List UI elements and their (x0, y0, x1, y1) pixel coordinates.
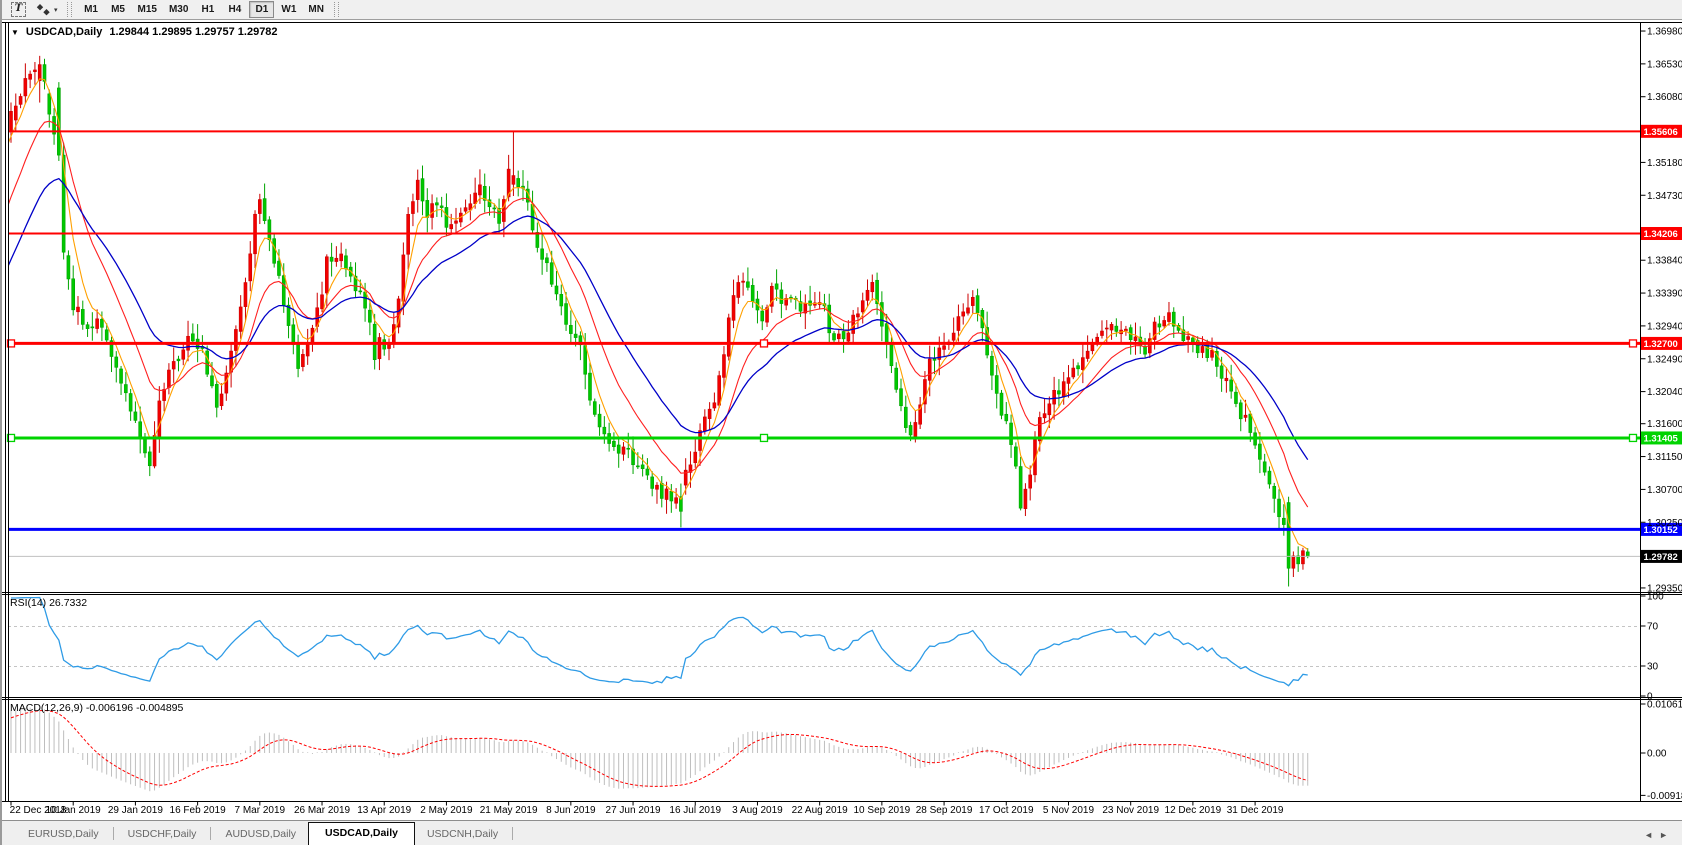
ma-slow-line (6, 179, 1308, 460)
candlestick-series (10, 56, 1310, 587)
svg-text:1.32700: 1.32700 (1644, 339, 1678, 350)
svg-text:28 Sep 2019: 28 Sep 2019 (916, 805, 973, 816)
ma-fast-line (6, 79, 1308, 550)
svg-text:30: 30 (1647, 662, 1659, 673)
svg-text:17 Oct 2019: 17 Oct 2019 (979, 805, 1034, 816)
svg-text:10 Jan 2019: 10 Jan 2019 (46, 805, 101, 816)
svg-text:1.32040: 1.32040 (1647, 387, 1682, 398)
svg-text:21 May 2019: 21 May 2019 (480, 805, 538, 816)
svg-text:70: 70 (1647, 622, 1659, 633)
svg-text:7 Mar 2019: 7 Mar 2019 (235, 805, 286, 816)
rsi-line (11, 598, 1308, 686)
svg-text:-0.00918: -0.00918 (1647, 791, 1682, 802)
svg-text:3 Aug 2019: 3 Aug 2019 (732, 805, 783, 816)
horizontal-line[interactable]: 1.31405 (8, 431, 1682, 444)
svg-text:23 Nov 2019: 23 Nov 2019 (1102, 805, 1159, 816)
symbol-tab-bar: EURUSD,DailyUSDCHF,DailyAUDUSD,DailyUSDC… (2, 820, 1682, 845)
svg-text:1.31600: 1.31600 (1647, 419, 1682, 430)
chart-ohlc-values: 1.29844 1.29895 1.29757 1.29782 (109, 26, 277, 38)
svg-text:1.36980: 1.36980 (1647, 27, 1682, 38)
svg-text:0.010615: 0.010615 (1647, 700, 1682, 711)
svg-text:1.30250: 1.30250 (1647, 518, 1682, 529)
svg-text:2 May 2019: 2 May 2019 (420, 805, 473, 816)
svg-text:27 Jun 2019: 27 Jun 2019 (606, 805, 661, 816)
svg-text:26 Mar 2019: 26 Mar 2019 (294, 805, 351, 816)
svg-text:29 Jan 2019: 29 Jan 2019 (108, 805, 163, 816)
trading-terminal-window: T ▾ M1M5M15M30H1H4D1W1MN 1.356061.342061… (0, 0, 1682, 845)
line-handle[interactable] (761, 434, 768, 441)
svg-text:1.31150: 1.31150 (1647, 452, 1682, 463)
svg-text:10 Sep 2019: 10 Sep 2019 (854, 805, 911, 816)
svg-text:16 Feb 2019: 16 Feb 2019 (170, 805, 227, 816)
ma-mid-line (6, 121, 1308, 507)
svg-text:1.30700: 1.30700 (1647, 485, 1682, 496)
svg-text:1.33390: 1.33390 (1647, 289, 1682, 300)
tab-separator (512, 827, 513, 840)
macd-signal-line (11, 710, 1308, 786)
svg-text:31 Dec 2019: 31 Dec 2019 (1227, 805, 1284, 816)
tab-scroll-right-icon: ► (1659, 830, 1674, 840)
horizontal-line[interactable]: 1.34206 (8, 227, 1682, 240)
tab-scroll-arrows[interactable]: ◄► (1644, 830, 1674, 840)
svg-text:100: 100 (1647, 592, 1664, 603)
rsi-pane (8, 598, 1641, 686)
svg-text:1.35606: 1.35606 (1644, 127, 1678, 138)
chart-title: ▼ USDCAD,Daily 1.29844 1.29895 1.29757 1… (11, 26, 278, 38)
tab-usdcad[interactable]: USDCAD,Daily (308, 822, 415, 845)
tab-separator (113, 827, 114, 840)
rsi-indicator-label: RSI(14) 26.7332 (10, 597, 87, 609)
macd-pane (11, 708, 1308, 792)
svg-text:5 Nov 2019: 5 Nov 2019 (1043, 805, 1095, 816)
svg-text:1.32940: 1.32940 (1647, 321, 1682, 332)
svg-text:1.36530: 1.36530 (1647, 59, 1682, 70)
svg-text:1.33840: 1.33840 (1647, 256, 1682, 267)
svg-text:22 Aug 2019: 22 Aug 2019 (792, 805, 849, 816)
line-handle[interactable] (761, 340, 768, 347)
horizontal-line[interactable]: 1.35606 (8, 125, 1682, 138)
price-axis[interactable]: 1.36980 1.36530 1.36080 1.35180 1.34730 1.338… (1641, 27, 1682, 802)
svg-text:1.32490: 1.32490 (1647, 354, 1682, 365)
tab-usdchf[interactable]: USDCHF,Daily (116, 824, 209, 845)
tab-usdcnh[interactable]: USDCNH,Daily (415, 824, 510, 845)
line-handle[interactable] (1630, 434, 1637, 441)
svg-text:1.31405: 1.31405 (1644, 433, 1679, 444)
svg-text:8 Jun 2019: 8 Jun 2019 (546, 805, 596, 816)
svg-text:1.34730: 1.34730 (1647, 191, 1682, 202)
line-handle[interactable] (1630, 340, 1637, 347)
tab-audusd[interactable]: AUDUSD,Daily (213, 824, 308, 845)
svg-text:12 Dec 2019: 12 Dec 2019 (1165, 805, 1222, 816)
tab-scroll-left-icon: ◄ (1644, 830, 1659, 840)
svg-text:1.35180: 1.35180 (1647, 158, 1682, 169)
tab-eurusd[interactable]: EURUSD,Daily (16, 824, 111, 845)
tab-separator (210, 827, 211, 840)
horizontal-line[interactable]: 1.30152 (8, 523, 1682, 536)
svg-text:1.29782: 1.29782 (1644, 552, 1678, 563)
svg-text:1.34206: 1.34206 (1644, 229, 1678, 240)
collapse-icon[interactable]: ▼ (11, 28, 19, 37)
macd-indicator-label: MACD(12,26,9) -0.006196 -0.004895 (10, 702, 183, 714)
chart-canvas[interactable]: 1.35606 1.34206 1.32700 1.31405 1.30152 1.297… (2, 0, 1682, 845)
svg-text:16 Jul 2019: 16 Jul 2019 (669, 805, 721, 816)
svg-text:13 Apr 2019: 13 Apr 2019 (357, 805, 411, 816)
chart-symbol-period: USDCAD,Daily (26, 26, 102, 38)
date-axis[interactable]: 22 Dec 201810 Jan 201929 Jan 201916 Feb … (10, 802, 1284, 817)
svg-text:1.36080: 1.36080 (1647, 92, 1682, 103)
moving-averages (6, 79, 1308, 550)
svg-text:0.00: 0.00 (1647, 749, 1667, 760)
